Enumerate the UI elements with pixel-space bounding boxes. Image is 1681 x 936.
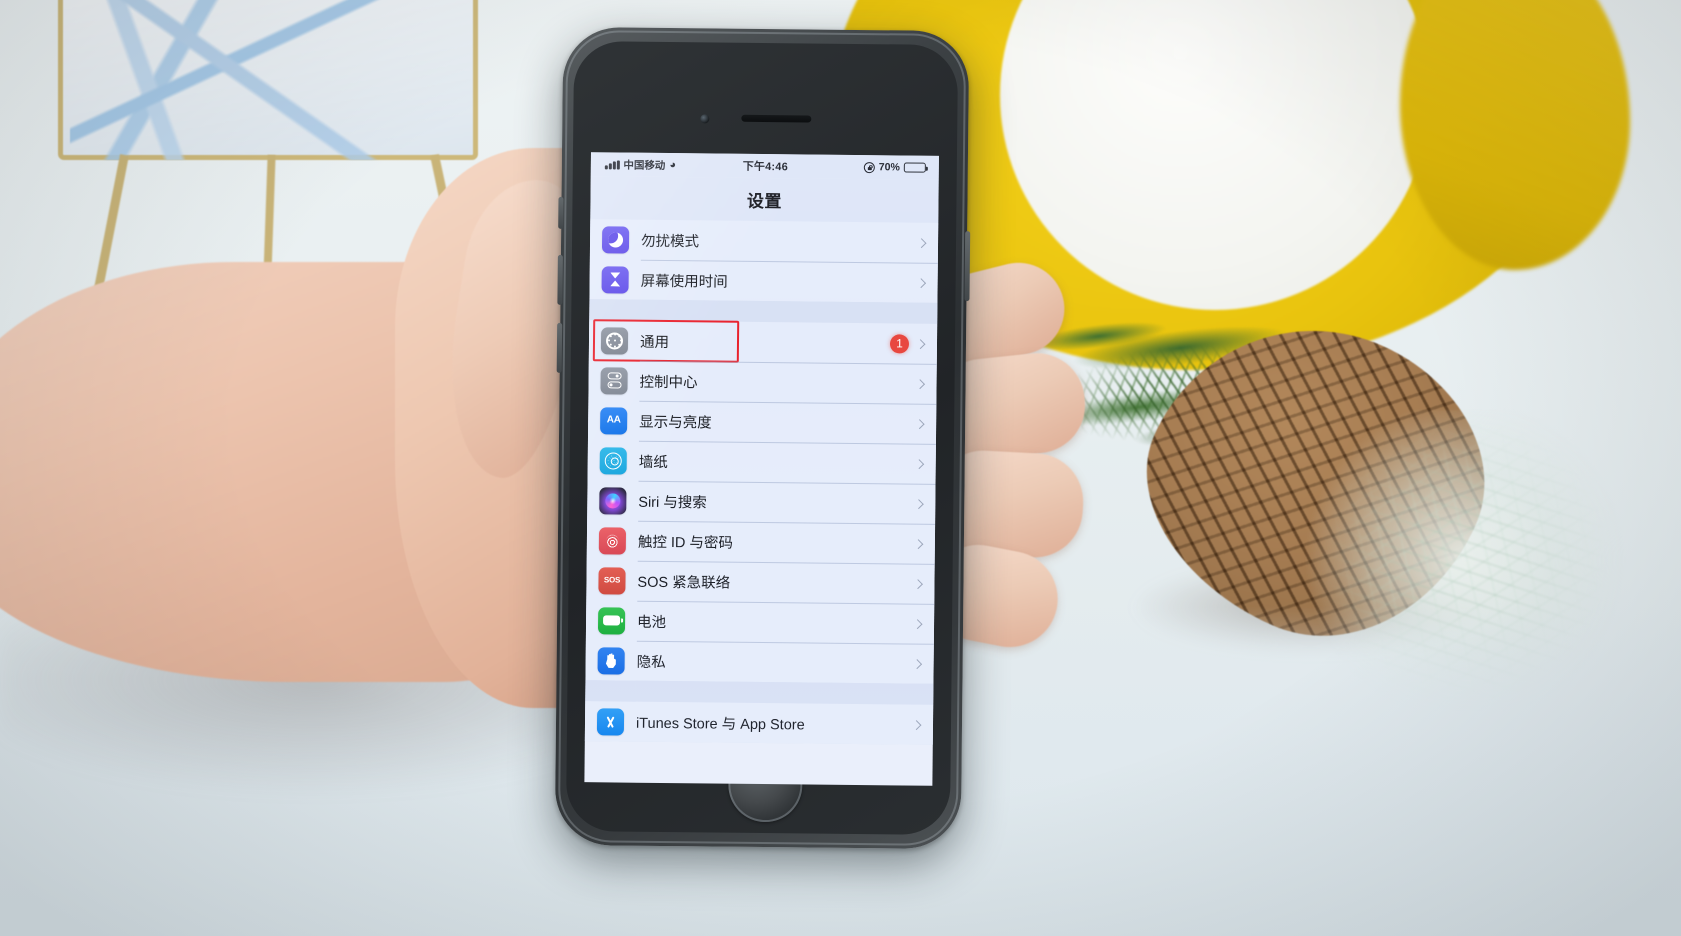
- wallpaper-icon: [599, 446, 627, 475]
- status-bar-right: 70%: [788, 160, 926, 173]
- settings-row-itunes-appstore[interactable]: iTunes Store 与 App Store: [585, 701, 933, 745]
- battery-percent-label: 70%: [878, 161, 900, 174]
- power-button[interactable]: [964, 231, 971, 302]
- phone-screen[interactable]: 中国移动 ◕ 下午4:46 70% 设置 勿扰模式 屏幕使用时间 通用 1 控制…: [584, 152, 939, 786]
- front-camera: [700, 114, 710, 124]
- sos-icon: SOS: [598, 566, 626, 595]
- volume-up-button[interactable]: [557, 254, 563, 305]
- volume-down-button[interactable]: [556, 322, 563, 373]
- battery-settings-icon: [597, 606, 626, 635]
- row-label: 电池: [636, 614, 667, 631]
- settings-row-display-brightness[interactable]: AA 显示与亮度: [588, 400, 936, 444]
- hourglass-icon: [601, 265, 629, 294]
- carrier-label: 中国移动: [623, 159, 666, 172]
- row-label: 屏幕使用时间: [640, 273, 728, 291]
- status-bar-time: 下午4:46: [742, 160, 789, 174]
- settings-row-privacy[interactable]: 隐私: [585, 640, 933, 684]
- battery-icon: [903, 162, 926, 173]
- settings-row-siri-search[interactable]: Siri 与搜索: [587, 480, 935, 524]
- control-center-icon: [600, 366, 628, 395]
- row-label: Siri 与搜索: [638, 494, 707, 511]
- settings-group-system: 通用 1 控制中心 AA 显示与亮度 墙纸 Siri 与搜索 触控 ID 与密码…: [585, 319, 938, 684]
- settings-group-dnd: 勿扰模式 屏幕使用时间: [589, 219, 939, 303]
- status-bar-left: 中国移动 ◕: [604, 157, 743, 173]
- privacy-hand-icon: [597, 646, 625, 675]
- row-label: 隐私: [636, 654, 666, 671]
- touch-id-icon: [598, 526, 627, 555]
- settings-group-stores: iTunes Store 与 App Store: [584, 701, 934, 745]
- moon-icon: [601, 225, 630, 254]
- settings-list[interactable]: 勿扰模式 屏幕使用时间 通用 1 控制中心 AA 显示与亮度 墙纸 Siri 与…: [584, 219, 939, 745]
- row-label: 通用: [639, 334, 670, 351]
- wifi-icon: ◕: [669, 158, 677, 171]
- row-label: 显示与亮度: [639, 414, 712, 431]
- row-label: SOS 紧急联络: [637, 574, 731, 592]
- navigation-bar: 设置: [590, 176, 939, 223]
- settings-row-dnd[interactable]: 勿扰模式: [590, 219, 938, 263]
- gear-icon: [600, 326, 629, 355]
- settings-row-general[interactable]: 通用 1: [589, 319, 937, 364]
- mute-switch[interactable]: [558, 196, 564, 229]
- page-title: 设置: [746, 191, 783, 212]
- row-label: 墙纸: [638, 454, 668, 471]
- iphone-device: 中国移动 ◕ 下午4:46 70% 设置 勿扰模式 屏幕使用时间 通用 1 控制…: [554, 26, 971, 850]
- settings-row-battery[interactable]: 电池: [586, 600, 934, 644]
- siri-icon: [599, 486, 627, 515]
- row-label: 勿扰模式: [640, 233, 700, 250]
- settings-row-touch-id-passcode[interactable]: 触控 ID 与密码: [587, 520, 935, 564]
- settings-row-wallpaper[interactable]: 墙纸: [588, 440, 936, 484]
- rotation-lock-icon: [863, 161, 875, 173]
- cellular-signal-icon: [604, 159, 620, 169]
- notification-badge: 1: [889, 333, 910, 354]
- app-store-icon: [596, 707, 625, 736]
- status-bar: 中国移动 ◕ 下午4:46 70%: [590, 152, 939, 180]
- settings-row-screen-time[interactable]: 屏幕使用时间: [589, 259, 937, 303]
- chevron-right-icon: [915, 338, 926, 349]
- row-label: iTunes Store 与 App Store: [635, 715, 805, 733]
- pot-pattern: [70, 0, 470, 160]
- display-aa-icon: AA: [600, 406, 628, 435]
- row-label: 触控 ID 与密码: [637, 534, 734, 552]
- row-label: 控制中心: [639, 374, 698, 391]
- settings-row-control-center[interactable]: 控制中心: [588, 360, 936, 404]
- earpiece-speaker: [741, 114, 812, 123]
- settings-row-emergency-sos[interactable]: SOS SOS 紧急联络: [586, 560, 934, 604]
